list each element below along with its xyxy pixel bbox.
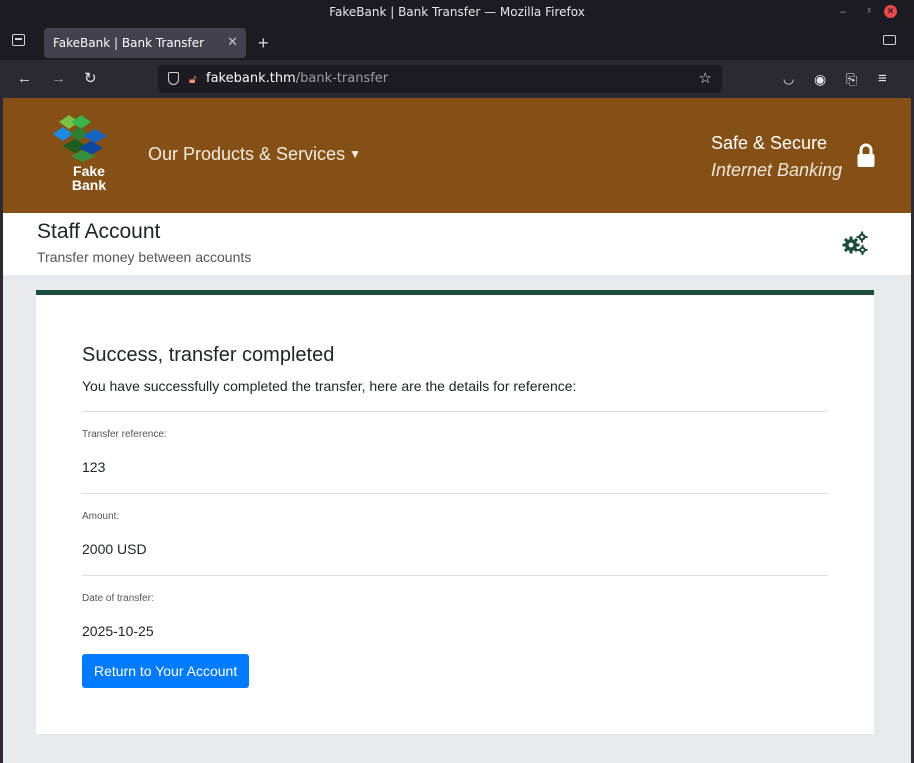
logo-line-1: Fake xyxy=(73,163,105,179)
pocket-icon[interactable]: ◡ xyxy=(783,60,794,98)
page-description: Transfer money between accounts xyxy=(37,249,252,265)
logo-text: Fake Bank xyxy=(61,164,117,192)
extensions-icon[interactable]: ⎘ xyxy=(846,60,857,98)
tab-list-icon[interactable] xyxy=(12,34,25,46)
transfer-date-label: Date of transfer: xyxy=(82,593,154,604)
web-page: Fake Bank Our Products & Services ▼ Safe … xyxy=(3,98,911,763)
window-restore-icon[interactable] xyxy=(883,35,896,45)
forward-arrow-icon[interactable]: → xyxy=(51,60,66,98)
window-title: FakeBank | Bank Transfer — Mozilla Firef… xyxy=(329,5,585,19)
divider xyxy=(82,575,828,576)
tab-close-icon[interactable]: ✕ xyxy=(227,28,238,58)
transfer-reference-value: 123 xyxy=(82,459,106,475)
settings-gears-icon[interactable] xyxy=(842,231,868,255)
divider xyxy=(82,411,828,412)
amount-label: Amount: xyxy=(82,511,120,522)
back-arrow-icon[interactable]: ← xyxy=(17,60,32,98)
secure-line-2: Internet Banking xyxy=(711,160,843,180)
products-services-label: Our Products & Services xyxy=(148,144,346,164)
tab-title: FakeBank | Bank Transfer xyxy=(53,36,205,50)
maximize-icon[interactable]: ˣ xyxy=(867,0,871,24)
amount-value: 2000 USD xyxy=(82,541,147,557)
tracking-shield-icon[interactable] xyxy=(168,72,179,85)
transfer-date-value: 2025-10-25 xyxy=(82,623,154,639)
tab-strip: FakeBank | Bank Transfer ✕ xyxy=(0,24,914,60)
transfer-reference-label: Transfer reference: xyxy=(82,429,167,440)
minimize-icon[interactable]: – xyxy=(840,0,846,24)
lock-icon xyxy=(857,143,875,167)
page-title: Staff Account xyxy=(37,220,161,243)
transfer-result-card: Success, transfer completed You have suc… xyxy=(36,290,874,734)
success-message: You have successfully completed the tran… xyxy=(82,378,577,394)
window-titlebar: FakeBank | Bank Transfer — Mozilla Firef… xyxy=(0,0,914,24)
logo-cubes-icon xyxy=(53,115,107,162)
new-tab-icon[interactable]: + xyxy=(258,28,269,58)
menu-hamburger-icon[interactable]: ≡ xyxy=(878,60,887,98)
address-bar[interactable]: 🔓︎ fakebank.thm/bank-transfer ☆ xyxy=(158,65,722,93)
bookmark-star-icon[interactable]: ☆ xyxy=(699,65,712,93)
caret-down-icon: ▼ xyxy=(349,147,361,161)
divider xyxy=(82,493,828,494)
account-subheader: Staff Account Transfer money between acc… xyxy=(3,213,911,275)
logo-line-2: Bank xyxy=(71,177,107,193)
reload-icon[interactable]: ↻ xyxy=(84,60,97,98)
url-host: fakebank.thm xyxy=(206,71,296,86)
products-services-dropdown[interactable]: Our Products & Services ▼ xyxy=(148,144,361,165)
tab-active[interactable]: FakeBank | Bank Transfer ✕ xyxy=(44,28,246,58)
insecure-lock-icon[interactable]: 🔓︎ xyxy=(189,65,197,93)
site-header: Fake Bank Our Products & Services ▼ Safe … xyxy=(3,98,911,213)
close-window-icon[interactable]: × xyxy=(884,5,897,18)
url-text[interactable]: fakebank.thm/bank-transfer xyxy=(206,65,388,93)
account-icon[interactable]: ◉ xyxy=(814,60,826,98)
return-to-account-button[interactable]: Return to Your Account xyxy=(82,654,250,688)
success-heading: Success, transfer completed xyxy=(82,344,335,366)
fakebank-logo[interactable]: Fake Bank xyxy=(49,112,119,202)
url-path: /bank-transfer xyxy=(295,71,389,86)
navigation-toolbar: ← → ↻ 🔓︎ fakebank.thm/bank-transfer ☆ ◡ … xyxy=(0,60,914,98)
secure-line-1: Safe & Secure xyxy=(711,133,828,153)
secure-banking-text: Safe & Secure Internet Banking xyxy=(711,130,842,184)
